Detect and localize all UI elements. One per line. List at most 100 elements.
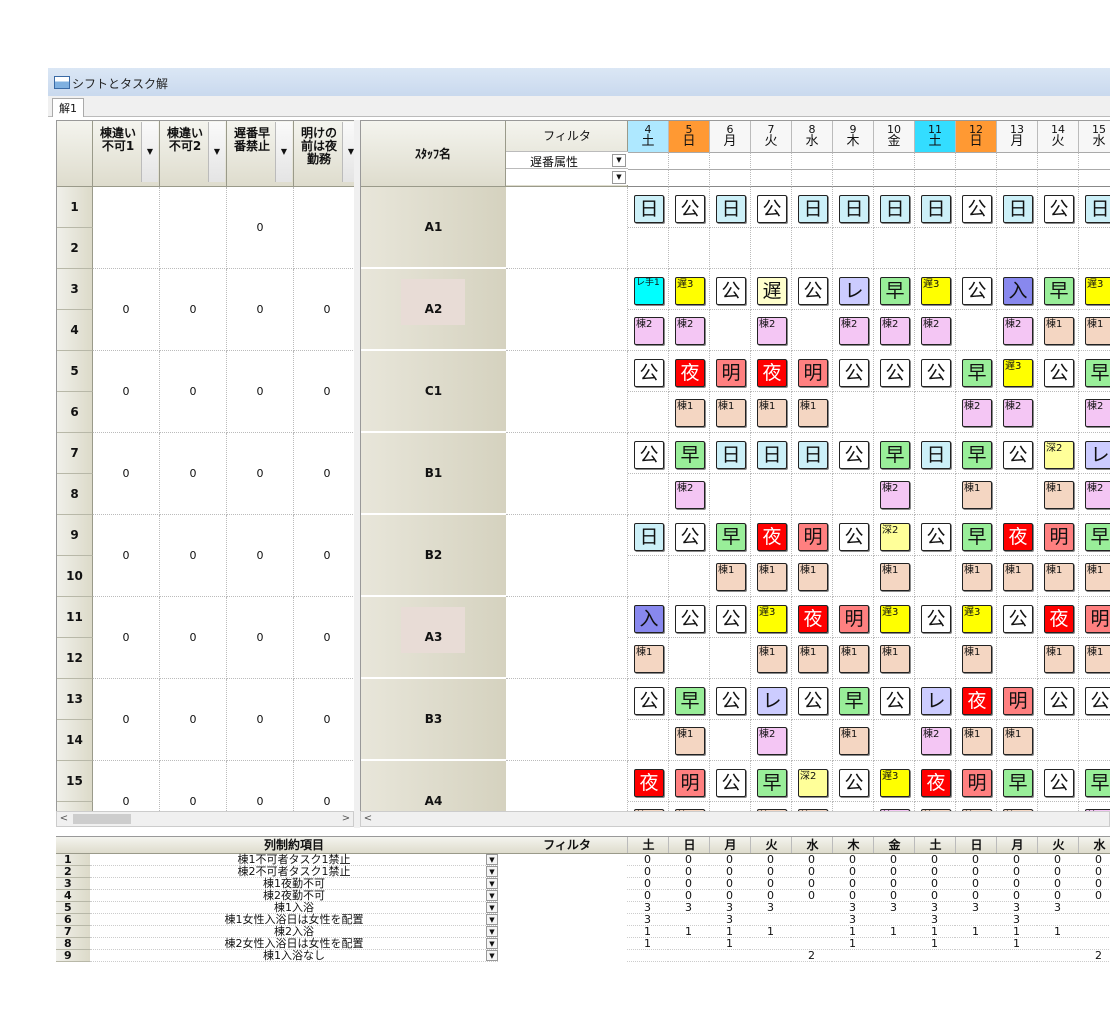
shift-chip[interactable]: レ手1 xyxy=(634,277,664,305)
constraint-count-cell[interactable]: 0 xyxy=(1078,878,1110,890)
shift-chip[interactable]: 早 xyxy=(962,441,992,469)
dropdown-arrow-icon[interactable]: ▼ xyxy=(486,902,498,913)
task-chip[interactable]: 棟2 xyxy=(1085,481,1110,509)
filter-cell[interactable] xyxy=(1079,170,1110,187)
dropdown-arrow-icon[interactable]: ▼ xyxy=(486,938,498,949)
shift-chip[interactable]: 早 xyxy=(675,441,705,469)
constraint-count-cell[interactable]: 1 xyxy=(1037,926,1078,938)
constraint-value-cell[interactable]: 0 xyxy=(93,351,160,433)
shift-chip[interactable]: レ xyxy=(1085,441,1110,469)
column-header-4[interactable]: 明けの前は夜勤務 ▼ xyxy=(294,121,355,187)
shift-chip[interactable]: 遅3 xyxy=(962,605,992,633)
constraint-count-cell[interactable] xyxy=(1078,926,1110,938)
row-header[interactable]: 10 xyxy=(57,556,93,597)
task-chip[interactable]: 棟2 xyxy=(757,727,787,755)
task-cell[interactable] xyxy=(915,228,956,269)
constraint-value-cell[interactable]: 0 xyxy=(160,515,227,597)
shift-chip[interactable]: 明 xyxy=(798,359,828,387)
constraint-count-cell[interactable]: 1 xyxy=(709,938,750,950)
row-header[interactable]: 2 xyxy=(57,228,93,269)
shift-chip[interactable]: 遅3 xyxy=(675,277,705,305)
constraint-count-cell[interactable]: 1 xyxy=(668,926,709,938)
filter-cell[interactable] xyxy=(833,153,874,170)
constraint-value-cell[interactable]: 0 xyxy=(294,679,355,761)
constraint-count-cell[interactable] xyxy=(1037,938,1078,950)
task-chip[interactable]: 棟2 xyxy=(675,481,705,509)
filter-cell[interactable] xyxy=(915,153,956,170)
row-header[interactable]: 13 xyxy=(57,679,93,720)
task-chip[interactable]: 棟1 xyxy=(839,727,869,755)
constraint-value-cell[interactable]: 0 xyxy=(294,433,355,515)
task-chip[interactable]: 棟1 xyxy=(757,563,787,591)
shift-chip[interactable]: 公 xyxy=(1044,769,1074,797)
constraint-count-cell[interactable]: 1 xyxy=(873,926,914,938)
shift-chip[interactable]: 日 xyxy=(1085,195,1110,223)
dropdown-arrow-icon[interactable]: ▼ xyxy=(486,926,498,937)
shift-chip[interactable]: 夜 xyxy=(675,359,705,387)
row-header[interactable]: 14 xyxy=(57,720,93,761)
bottom-constraint-row[interactable]: 9 棟1入浴なし ▼ 2 2 xyxy=(56,950,1110,962)
task-cell[interactable] xyxy=(874,720,915,761)
constraint-count-cell[interactable] xyxy=(955,938,996,950)
task-cell[interactable] xyxy=(628,720,669,761)
shift-chip[interactable]: 公 xyxy=(634,359,664,387)
shift-chip[interactable]: 夜 xyxy=(962,687,992,715)
bottom-constraint-row[interactable]: 4 棟2夜勤不可 ▼ 0 0 0 0 0 0 0 0 0 0 0 0 xyxy=(56,890,1110,902)
constraint-value-cell[interactable]: 0 xyxy=(160,269,227,351)
task-chip[interactable]: 棟1 xyxy=(675,399,705,427)
task-chip[interactable]: 棟1 xyxy=(1044,317,1074,345)
constraint-count-cell[interactable]: 3 xyxy=(955,902,996,914)
date-header[interactable]: 7火 xyxy=(751,121,792,153)
constraint-count-cell[interactable]: 3 xyxy=(750,902,791,914)
task-cell[interactable] xyxy=(997,638,1038,679)
task-chip[interactable]: 棟1 xyxy=(757,645,787,673)
constraint-value-cell[interactable] xyxy=(294,187,355,269)
task-chip[interactable]: 棟1 xyxy=(757,399,787,427)
staff-name-cell[interactable]: B3 xyxy=(361,679,506,760)
task-chip[interactable]: 棟2 xyxy=(1003,399,1033,427)
dropdown-arrow-icon[interactable]: ▼ xyxy=(486,950,498,961)
constraint-value-cell[interactable]: 0 xyxy=(160,351,227,433)
constraint-value-cell[interactable]: 0 xyxy=(227,433,294,515)
shift-chip[interactable]: 日 xyxy=(716,195,746,223)
shift-chip[interactable]: 明 xyxy=(1085,605,1110,633)
constraint-value-cell[interactable]: 0 xyxy=(93,269,160,351)
task-chip[interactable]: 棟1 xyxy=(880,645,910,673)
scroll-thumb[interactable] xyxy=(73,814,131,824)
shift-chip[interactable]: 日 xyxy=(880,195,910,223)
filter-value-box[interactable]: ▼ xyxy=(506,168,628,185)
task-chip[interactable]: 棟1 xyxy=(962,727,992,755)
shift-chip[interactable]: 明 xyxy=(1003,687,1033,715)
constraint-value-cell[interactable]: 0 xyxy=(294,269,355,351)
task-chip[interactable]: 棟2 xyxy=(1003,317,1033,345)
task-cell[interactable] xyxy=(915,474,956,515)
shift-chip[interactable]: 公 xyxy=(675,195,705,223)
scroll-left-icon[interactable]: < xyxy=(361,812,375,826)
shift-chip[interactable]: 公 xyxy=(757,195,787,223)
task-cell[interactable] xyxy=(833,556,874,597)
dropdown-arrow-icon[interactable]: ▼ xyxy=(612,154,626,167)
dropdown-arrow-icon[interactable]: ▼ xyxy=(208,122,225,182)
shift-chip[interactable]: 日 xyxy=(1003,195,1033,223)
constraint-count-cell[interactable] xyxy=(750,938,791,950)
task-cell[interactable] xyxy=(1079,720,1110,761)
shift-chip[interactable]: 公 xyxy=(1044,687,1074,715)
constraint-count-cell[interactable] xyxy=(955,950,996,962)
row-header[interactable]: 15 xyxy=(57,761,93,802)
filter-cell[interactable] xyxy=(956,170,997,187)
constraint-value-cell[interactable]: 0 xyxy=(160,679,227,761)
filter-cell[interactable] xyxy=(997,153,1038,170)
date-header[interactable]: 4土 xyxy=(628,121,669,153)
constraint-count-cell[interactable] xyxy=(873,950,914,962)
shift-chip[interactable]: 公 xyxy=(716,605,746,633)
bottom-constraint-row[interactable]: 5 棟1入浴 ▼ 3 3 3 3 3 3 3 3 3 3 xyxy=(56,902,1110,914)
shift-chip[interactable]: 夜 xyxy=(757,523,787,551)
constraint-count-cell[interactable]: 0 xyxy=(791,890,832,902)
shift-chip[interactable]: 深2 xyxy=(880,523,910,551)
constraint-value-cell[interactable]: 0 xyxy=(227,187,294,269)
filter-cell[interactable] xyxy=(751,153,792,170)
constraint-count-cell[interactable]: 1 xyxy=(996,938,1037,950)
staff-name-cell[interactable]: A1 xyxy=(361,187,506,268)
date-header[interactable]: 5日 xyxy=(669,121,710,153)
task-cell[interactable] xyxy=(1079,228,1110,269)
